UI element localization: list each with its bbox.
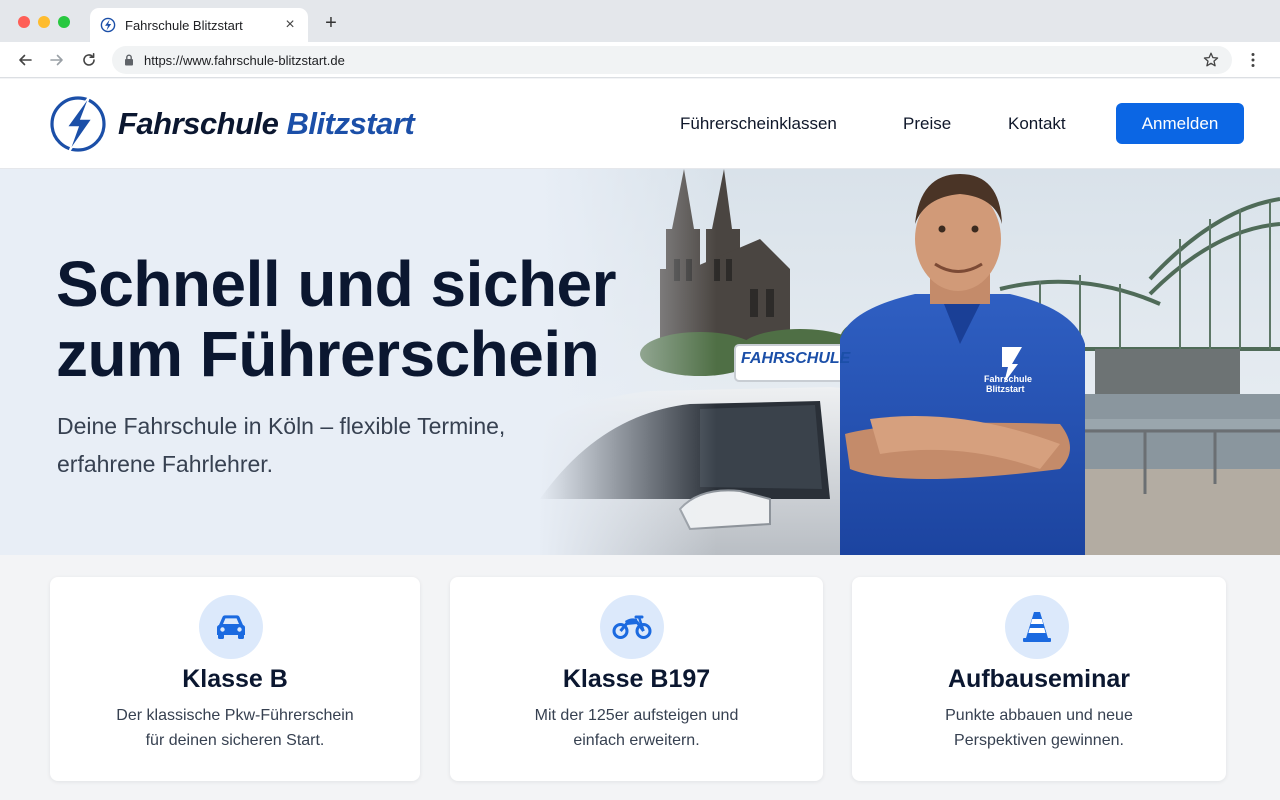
tab-close-icon[interactable]: ×: [282, 17, 298, 33]
card-description-line2: für deinen sicheren Start.: [145, 732, 325, 749]
logo-word-fahrschule: Fahrschule: [118, 106, 279, 141]
card-title: Aufbauseminar: [948, 665, 1130, 693]
browser-tab-strip: Fahrschule Blitzstart × +: [0, 0, 1280, 42]
card-description: Der klassische Pkw-Führerschein für dein…: [50, 703, 420, 753]
card-description-line2: Perspektiven gewinnen.: [954, 732, 1124, 749]
nav-link-label: Kontakt: [1008, 114, 1066, 133]
shirt-logo-line2: Blitzstart: [986, 384, 1025, 394]
register-button[interactable]: Anmelden: [1116, 103, 1244, 144]
car-icon: [199, 595, 263, 659]
card-klasse-b[interactable]: Klasse B Der klassische Pkw-Führerschein…: [50, 577, 420, 781]
forward-arrow-icon[interactable]: [47, 50, 67, 70]
browser-menu-icon[interactable]: [1244, 51, 1262, 69]
hero-subtitle: Deine Fahrschule in Köln – flexible Term…: [57, 407, 577, 483]
address-bar[interactable]: https://www.fahrschule-blitzstart.de: [112, 46, 1232, 74]
hero-subtitle-line2: erfahrene Fahrlehrer.: [57, 451, 274, 477]
hero-section: FAHRSCHULE Fahrschule Blitzstart Schnell…: [0, 169, 1280, 555]
new-tab-button[interactable]: +: [320, 12, 342, 34]
card-title: Klasse B197: [562, 665, 711, 693]
reload-icon[interactable]: [79, 50, 99, 70]
hero-title: Schnell und sicher zum Führerschein: [56, 249, 676, 389]
site-logo-text: Fahrschule Blitzstart: [118, 106, 415, 142]
window-minimize-button[interactable]: [38, 16, 50, 28]
browser-tab[interactable]: Fahrschule Blitzstart ×: [90, 8, 308, 42]
nav-link-label: Preise: [903, 114, 952, 133]
card-description: Mit der 125er aufsteigen und einfach erw…: [450, 703, 823, 753]
hero-title-line2: zum Führerschein: [56, 318, 600, 390]
card-klasse-b197[interactable]: Klasse B197 Mit der 125er aufsteigen und…: [450, 577, 823, 781]
nav-link-label: Führerscheinklassen: [680, 114, 837, 133]
card-description-line1: Der klassische Pkw-Führerschein: [116, 707, 354, 724]
hero-subtitle-line1: Deine Fahrschule in Köln – flexible Term…: [57, 413, 506, 439]
card-aufbauseminar[interactable]: Aufbauseminar Punkte abbauen und neue Pe…: [852, 577, 1226, 781]
hero-title-line1: Schnell und sicher: [56, 248, 617, 320]
shirt-logo-line1: Fahrschule: [984, 374, 1033, 384]
window-maximize-button[interactable]: [58, 16, 70, 28]
window-close-button[interactable]: [18, 16, 30, 28]
nav-item-fuehrerscheinklassen[interactable]: Führerscheinklassen: [680, 79, 837, 169]
traffic-cone-icon: [1005, 595, 1069, 659]
nav-item-preise[interactable]: Preise: [903, 79, 951, 169]
browser-toolbar: https://www.fahrschule-blitzstart.de: [0, 42, 1280, 78]
nav-item-kontakt[interactable]: Kontakt: [1008, 79, 1066, 169]
card-title: Klasse B: [182, 665, 288, 693]
card-description: Punkte abbauen und neue Perspektiven gew…: [852, 703, 1226, 753]
site-logo[interactable]: Fahrschule Blitzstart: [48, 94, 415, 154]
site-header: Fahrschule Blitzstart Führerscheinklasse…: [0, 79, 1280, 169]
back-arrow-icon[interactable]: [15, 50, 35, 70]
card-description-line2: einfach erweitern.: [573, 732, 700, 749]
bookmark-star-icon[interactable]: [1202, 51, 1220, 69]
url-text: https://www.fahrschule-blitzstart.de: [144, 52, 345, 68]
tab-title: Fahrschule Blitzstart: [125, 17, 243, 33]
motorcycle-icon: [600, 595, 664, 659]
logo-word-blitzstart: Blitzstart: [286, 106, 415, 141]
card-description-line1: Punkte abbauen und neue: [945, 707, 1133, 724]
card-description-line1: Mit der 125er aufsteigen und: [534, 707, 739, 724]
lock-icon: [122, 53, 136, 67]
bolt-favicon-icon: [100, 17, 116, 33]
car-roof-sign-text: FAHRSCHULE: [741, 350, 851, 367]
lightning-bolt-logo-icon: [50, 96, 106, 153]
